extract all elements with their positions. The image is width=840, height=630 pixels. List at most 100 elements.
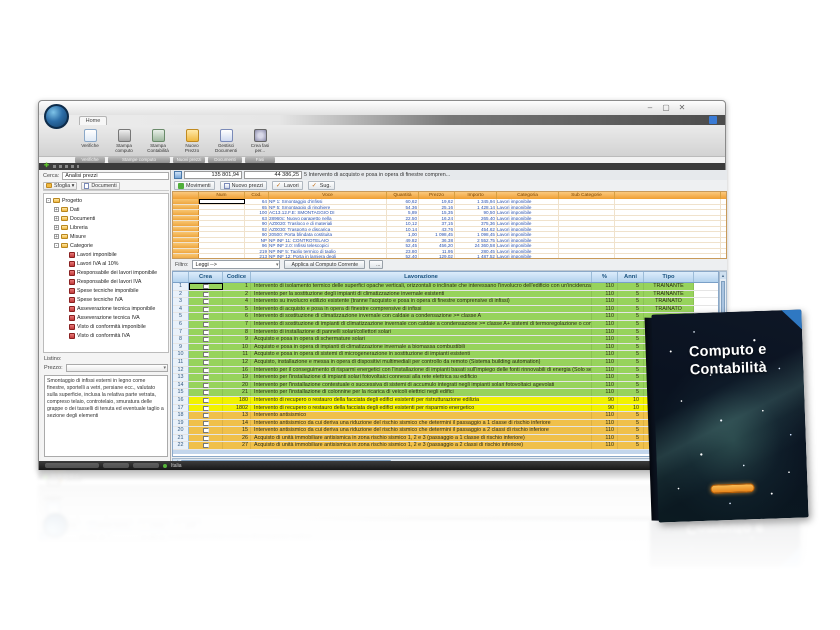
- lavorazione-row[interactable]: 34Intervento su involucro edilizio esist…: [173, 298, 718, 306]
- top-grid-cell[interactable]: [559, 216, 615, 221]
- top-grid-cell[interactable]: 280,45: [455, 249, 497, 254]
- top-grid-cell[interactable]: [199, 243, 245, 248]
- lavorazione-cell[interactable]: 110: [592, 313, 618, 320]
- top-grid-cell[interactable]: 1 098,45: [455, 232, 497, 237]
- top-grid-cell[interactable]: [173, 199, 199, 204]
- lavorazione-row[interactable]: 45Intervento di acquisto e posa in opera…: [173, 306, 718, 314]
- lavorazione-cell[interactable]: Intervento antisismico da cui deriva una…: [251, 427, 592, 434]
- crea-cell[interactable]: [189, 344, 223, 351]
- lavorazione-cell[interactable]: 110: [592, 329, 618, 336]
- top-grid-header[interactable]: Num: [199, 192, 245, 199]
- maximize-button[interactable]: ▢: [661, 103, 671, 112]
- lavorazione-row[interactable]: 910Acquisto e posa in opera di impianti …: [173, 344, 718, 352]
- top-grid-header[interactable]: [615, 192, 721, 199]
- lavorazione-cell[interactable]: 5: [618, 367, 644, 374]
- tab-home[interactable]: Home: [79, 116, 107, 125]
- lavorazione-cell[interactable]: TRAINANTE: [644, 283, 694, 290]
- top-grid-cell[interactable]: Lavori imponibile: [497, 199, 559, 204]
- lavorazione-cell[interactable]: 110: [592, 351, 618, 358]
- top-grid-cell[interactable]: 375,36: [455, 221, 497, 226]
- crea-checkbox[interactable]: [203, 337, 209, 342]
- top-grid-cell[interactable]: 19,62: [419, 199, 455, 204]
- crea-cell[interactable]: [189, 389, 223, 396]
- lavorazione-row[interactable]: 2126Acquisto di unità immobiliare antisi…: [173, 435, 718, 443]
- top-grid-cell[interactable]: [199, 249, 245, 254]
- top-grid-cell[interactable]: [615, 216, 721, 221]
- lavorazione-cell[interactable]: 16: [223, 367, 251, 374]
- crea-checkbox[interactable]: [203, 360, 209, 365]
- lower-grid-header[interactable]: %: [592, 272, 618, 282]
- top-grid-cell[interactable]: [199, 238, 245, 243]
- top-grid-cell[interactable]: 20500: Porta blindata costituita: [269, 232, 387, 237]
- top-grid-cell[interactable]: [199, 216, 245, 221]
- top-grid-cell[interactable]: 63: [245, 216, 269, 221]
- crea-checkbox[interactable]: [203, 307, 209, 312]
- lavorazione-row[interactable]: 1011Acquisto e posa in opera di sistemi …: [173, 351, 718, 359]
- crea-cell[interactable]: [189, 313, 223, 320]
- top-grid-cell[interactable]: [173, 238, 199, 243]
- lavorazione-cell[interactable]: 5: [618, 336, 644, 343]
- lavorazione-cell[interactable]: 12: [223, 359, 251, 366]
- lavorazione-cell[interactable]: Acquisto, installazione e messa in opera…: [251, 359, 592, 366]
- lavorazione-cell[interactable]: Intervento per l'installazione di impian…: [251, 374, 592, 381]
- crea-checkbox[interactable]: [203, 436, 209, 441]
- tree-item[interactable]: -Categorie: [44, 241, 168, 250]
- lavorazione-cell[interactable]: 5: [618, 306, 644, 313]
- top-grid-cell[interactable]: [199, 199, 245, 204]
- top-grid-cell[interactable]: 90: [245, 221, 269, 226]
- lavorazione-cell[interactable]: 5: [618, 382, 644, 389]
- top-grid-cell[interactable]: 43,76: [419, 227, 455, 232]
- lavorazione-cell[interactable]: 5: [618, 389, 644, 396]
- ribbon-button[interactable]: Verifiche: [75, 127, 105, 156]
- crea-cell[interactable]: [189, 397, 223, 404]
- ribbon-button[interactable]: Stampa computo: [109, 127, 139, 156]
- top-grid-cell[interactable]: 25,16: [419, 205, 455, 210]
- lavorazione-cell[interactable]: 110: [592, 435, 618, 442]
- top-grid-cell[interactable]: AC13.12.F.E: SMONTAGGIO DI: [269, 210, 387, 215]
- left-toolbar-item[interactable]: Documenti: [81, 182, 119, 190]
- top-grid-cell[interactable]: Lavori imponibile: [497, 216, 559, 221]
- top-grid-cell[interactable]: 456,20: [419, 243, 455, 248]
- app-logo-icon[interactable]: [44, 104, 69, 129]
- top-grid-cell[interactable]: [173, 254, 199, 259]
- lavorazione-cell[interactable]: Intervento antisismico da cui deriva una…: [251, 420, 592, 427]
- lavorazione-cell[interactable]: TRAINANTE: [644, 291, 694, 298]
- close-button[interactable]: ✕: [677, 103, 687, 112]
- top-grid-header[interactable]: [173, 192, 199, 199]
- top-grid-cell[interactable]: [173, 232, 199, 237]
- lavorazione-row[interactable]: 89Acquisto e posa in opera di schermatur…: [173, 336, 718, 344]
- lavorazione-cell[interactable]: 5: [618, 359, 644, 366]
- crea-cell[interactable]: [189, 298, 223, 305]
- top-grid-cell[interactable]: 5,89: [387, 210, 419, 215]
- top-grid-cell[interactable]: [173, 216, 199, 221]
- top-grid-cell[interactable]: [173, 221, 199, 226]
- top-grid-cell[interactable]: [559, 210, 615, 215]
- lavorazione-cell[interactable]: TRAINATO: [644, 298, 694, 305]
- top-grid-cell[interactable]: [199, 254, 245, 259]
- crea-checkbox[interactable]: [203, 443, 209, 448]
- top-grid-cell[interactable]: 11,95: [419, 249, 455, 254]
- lavorazione-cell[interactable]: 110: [592, 291, 618, 298]
- top-grid-cell[interactable]: 92: [245, 227, 269, 232]
- crea-cell[interactable]: [189, 359, 223, 366]
- top-grid-cell[interactable]: [173, 210, 199, 215]
- lavorazione-cell[interactable]: 5: [618, 283, 644, 290]
- top-grid-cell[interactable]: NP INF 2.0: Infissi telescopici: [269, 243, 387, 248]
- lower-grid-header[interactable]: Anni: [618, 272, 644, 282]
- top-grid-cell[interactable]: [559, 232, 615, 237]
- top-grid-cell[interactable]: NP INF 5: Taglio termico di taglio: [269, 249, 387, 254]
- lavorazione-row[interactable]: 1521Intervento per l'installazione di co…: [173, 389, 718, 397]
- top-grid-cell[interactable]: Lavori imponibile: [497, 249, 559, 254]
- lavorazione-row[interactable]: 2015Intervento antisismico da cui deriva…: [173, 427, 718, 435]
- top-grid-cell[interactable]: 36,38: [419, 238, 455, 243]
- lavorazione-cell[interactable]: Intervento per l'installazione di colonn…: [251, 389, 592, 396]
- collapse-icon[interactable]: -: [46, 198, 51, 203]
- lavorazione-cell[interactable]: 5: [618, 435, 644, 442]
- lavorazione-cell[interactable]: 10: [223, 344, 251, 351]
- crea-cell[interactable]: [189, 283, 223, 290]
- lavorazione-cell[interactable]: 180: [223, 397, 251, 404]
- top-grid-cell[interactable]: [615, 205, 721, 210]
- lavorazione-row[interactable]: 1813Intervento antisismico1105: [173, 412, 718, 420]
- lavorazione-cell[interactable]: 5: [223, 306, 251, 313]
- quick-access-icons[interactable]: [53, 165, 79, 168]
